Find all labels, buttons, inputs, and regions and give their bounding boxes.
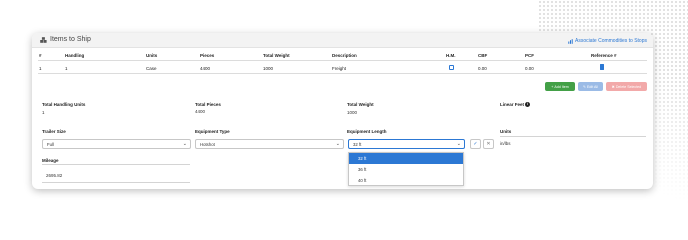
associate-commodities-link[interactable]: Associate Commodities to Stops [568,38,647,44]
info-icon[interactable]: i [525,102,531,108]
trailer-size-label: Trailer Size [42,129,66,134]
cell-units: Case [146,66,157,71]
col-header-hm: H.M. [446,53,456,58]
edit-all-button[interactable]: ✎ Edit All [578,82,603,91]
cell-cbf: 0.00 [478,66,487,71]
confirm-button[interactable]: ✓ [470,139,481,149]
dropdown-option-40ft[interactable]: 40 ft [349,175,463,186]
total-handling-units-value: 1 [42,110,45,115]
col-header-cbf: CBF [478,53,488,58]
equipment-type-value: Hotshot [200,142,215,147]
items-to-ship-panel: Items to Ship Associate Commodities to S… [32,33,653,189]
total-weight-label: Total Weight [347,102,374,107]
equipment-length-label: Equipment Length [347,129,387,134]
mileage-label: Mileage [42,158,59,163]
edit-all-label: Edit All [587,84,598,89]
col-header-pieces: Pieces [200,53,215,58]
equipment-type-select[interactable]: Hotshot ⌄ [195,139,344,149]
hm-checkbox[interactable] [449,65,454,70]
chevron-down-icon: ⌄ [182,141,187,147]
check-icon: ✓ [473,141,478,147]
equipment-length-value: 32 ft [353,142,362,147]
cell-description: Freight [332,66,347,71]
equipment-type-label: Equipment Type [195,129,230,134]
trailer-size-select[interactable]: Full ⌄ [42,139,191,149]
plus-icon: + [551,84,554,89]
total-handling-units-label: Total Handling Units [42,102,86,107]
dropdown-option-32ft[interactable]: 32 ft [349,153,463,164]
delete-row-icon[interactable] [600,64,604,70]
chevron-down-icon: ⌄ [456,141,461,147]
units-value: in/lbs [500,141,511,146]
units-underline [500,136,646,137]
equipment-length-dropdown: 32 ft 36 ft 40 ft [348,152,464,186]
linear-feet-text: Linear Feet [500,102,525,107]
panel-title-text: Items to Ship [50,36,91,43]
cell-pieces: 4400 [200,66,211,71]
delete-selected-label: Delete Selected [615,84,642,89]
boxes-icon [40,36,47,43]
cell-total-weight: 1000 [263,66,274,71]
cancel-button[interactable]: ✕ [483,139,494,149]
col-header-total-weight: Total Weight [263,53,290,58]
total-pieces-value: 4400 [195,109,206,114]
chevron-down-icon: ⌄ [335,141,340,147]
edit-icon: ✎ [582,84,586,89]
mileage-value: 2695.82 [46,173,63,178]
linear-feet-label: Linear Feet i [500,102,531,108]
trash-icon: ✖ [611,84,615,89]
associate-commodities-label: Associate Commodities to Stops [575,38,647,44]
add-item-button[interactable]: + Add Item [545,82,575,91]
col-header-num: # [39,53,42,58]
dropdown-option-36ft[interactable]: 36 ft [349,164,463,175]
mileage-underline [42,164,190,165]
col-header-units: Units [146,53,158,58]
col-header-reference: Reference # [591,53,617,58]
close-icon: ✕ [486,141,491,147]
col-header-description: Description [332,53,357,58]
col-header-pcf: PCF [525,53,534,58]
mileage-field-border [42,182,190,183]
total-pieces-label: Total Pieces [195,102,221,107]
delete-selected-button[interactable]: ✖ Delete Selected [606,82,647,91]
cell-num: 1 [39,66,42,71]
cell-handling: 1 [65,66,68,71]
add-item-label: Add Item [554,84,569,89]
chart-bar-icon [568,38,573,44]
panel-header: Items to Ship Associate Commodities to S… [32,33,653,48]
panel-title: Items to Ship [40,36,91,43]
equipment-length-select[interactable]: 32 ft ⌄ [348,139,465,149]
total-weight-value: 1000 [347,110,358,115]
cell-pcf: 0.00 [525,66,534,71]
table-row-divider [38,73,647,74]
table-header-divider [38,60,647,61]
trailer-size-value: Full [47,142,54,147]
units-label: Units [500,129,512,134]
col-header-handling: Handling [65,53,85,58]
